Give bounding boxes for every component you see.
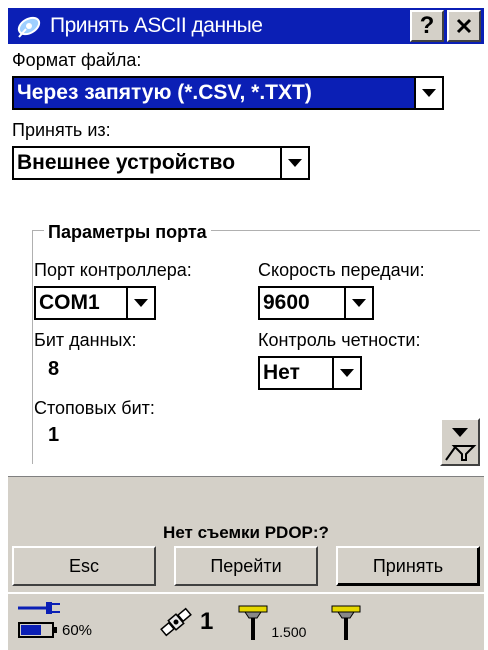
- window-title: Принять ASCII данные: [50, 14, 263, 37]
- accept-button[interactable]: Принять: [336, 546, 480, 586]
- rover-status[interactable]: [328, 602, 364, 642]
- import-from-dropdown[interactable]: Внешнее устройство: [12, 146, 310, 180]
- import-form: Формат файла: Через запятую (*.CSV, *.TX…: [8, 44, 484, 476]
- parity-value: Нет: [258, 356, 334, 390]
- battery-icon: [18, 622, 57, 638]
- stop-bits-value: 1: [48, 424, 60, 446]
- file-format-label: Формат файла:: [12, 50, 142, 70]
- parity-dropdown[interactable]: Нет: [258, 356, 362, 390]
- data-bits-label: Бит данных:: [34, 330, 137, 350]
- stop-bits-label: Стоповых бит:: [34, 398, 155, 418]
- file-format-dropdown[interactable]: Через запятую (*.CSV, *.TXT): [12, 76, 444, 110]
- filter-arrow-icon: [445, 428, 477, 461]
- chevron-down-icon[interactable]: [346, 286, 374, 320]
- controller-port-dropdown[interactable]: COM1: [34, 286, 156, 320]
- goto-button[interactable]: Перейти: [174, 546, 318, 586]
- parity-label: Контроль четности:: [258, 330, 421, 350]
- gps-antenna-icon: [238, 605, 268, 640]
- chevron-down-icon[interactable]: [416, 76, 444, 110]
- satellite-count: 1: [200, 608, 214, 635]
- power-plug-icon: [18, 602, 60, 614]
- battery-status[interactable]: 60%: [18, 600, 138, 644]
- gps-receiver-icon: [331, 605, 361, 640]
- satellite-status[interactable]: 1: [158, 604, 213, 640]
- status-area: Нет съемки PDOP:?: [8, 476, 484, 542]
- action-buttons: Esc Перейти Принять: [8, 540, 484, 592]
- close-button[interactable]: [447, 10, 481, 42]
- baud-rate-label: Скорость передачи:: [258, 260, 425, 280]
- controller-port-value: COM1: [34, 286, 128, 320]
- import-from-label: Принять из:: [12, 120, 111, 140]
- data-bits-value: 8: [48, 358, 60, 380]
- title-bar: Принять ASCII данные ?: [8, 8, 484, 44]
- chevron-down-icon[interactable]: [334, 356, 362, 390]
- antenna-height-status[interactable]: 1.500: [235, 602, 306, 642]
- status-taskbar: 60% 1 1.500: [8, 592, 484, 650]
- file-format-value: Через запятую (*.CSV, *.TXT): [12, 76, 416, 110]
- antenna-height-value: 1.500: [271, 624, 307, 640]
- import-from-value: Внешнее устройство: [12, 146, 282, 180]
- satellite-icon: [160, 607, 192, 637]
- baud-rate-dropdown[interactable]: 9600: [258, 286, 374, 320]
- help-button[interactable]: ?: [410, 10, 444, 42]
- controller-port-label: Порт контроллера:: [34, 260, 192, 280]
- chevron-down-icon[interactable]: [128, 286, 156, 320]
- battery-percent: 60%: [62, 622, 93, 639]
- port-params-title: Параметры порта: [44, 222, 211, 243]
- esc-button[interactable]: Esc: [12, 546, 156, 586]
- baud-rate-value: 9600: [258, 286, 346, 320]
- options-menu-button[interactable]: [440, 418, 480, 466]
- chevron-down-icon[interactable]: [282, 146, 310, 180]
- satellite-dish-icon: [17, 16, 41, 38]
- close-icon: [456, 18, 472, 34]
